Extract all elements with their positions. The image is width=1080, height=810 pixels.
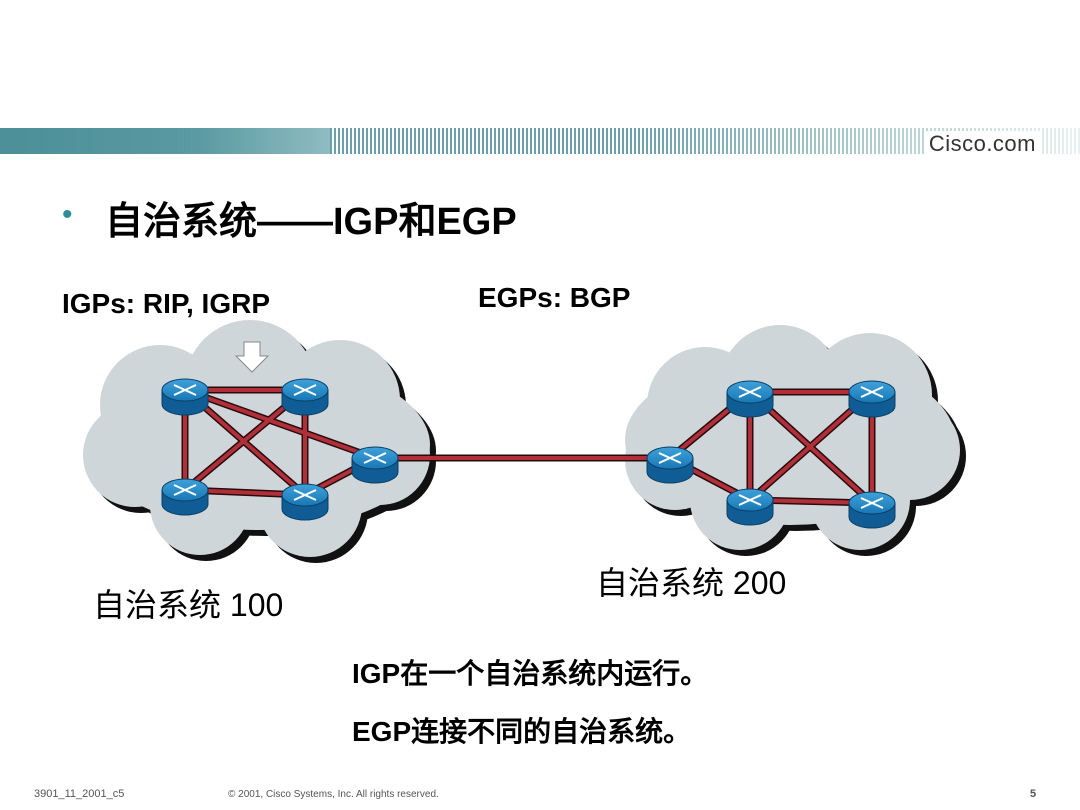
router-icon bbox=[161, 378, 209, 416]
footer-code: 3901_11_2001_c5 bbox=[34, 788, 125, 800]
as100-label: 自治系统 100 bbox=[93, 587, 284, 623]
router-icon bbox=[848, 491, 896, 529]
note-egp: EGP连接不同的自治系统。 bbox=[352, 716, 692, 747]
page-number: 5 bbox=[1030, 788, 1037, 800]
footer-copyright: © 2001, Cisco Systems, Inc. All rights r… bbox=[228, 789, 439, 800]
router-icon bbox=[281, 378, 329, 416]
router-icon bbox=[726, 380, 774, 418]
router-icon bbox=[726, 488, 774, 526]
router-icon bbox=[848, 380, 896, 418]
router-icon bbox=[351, 446, 399, 484]
cloud-shape-as200 bbox=[625, 325, 966, 556]
note-igp: IGP在一个自治系统内运行。 bbox=[352, 658, 709, 689]
router-icon bbox=[646, 446, 694, 484]
router-icon bbox=[281, 483, 329, 521]
as200-label: 自治系统 200 bbox=[596, 565, 787, 601]
router-icon bbox=[161, 478, 209, 516]
